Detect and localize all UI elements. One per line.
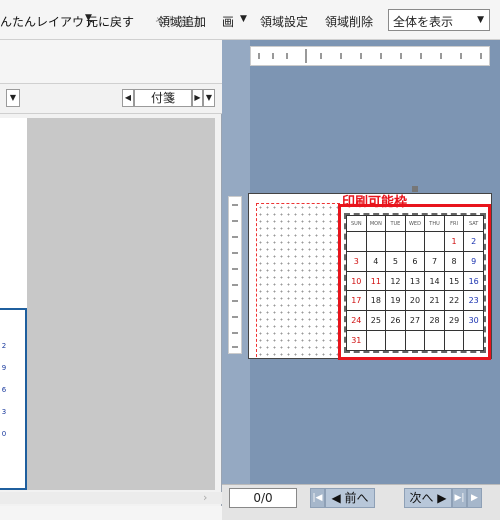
dropdown-arrow-icon[interactable]: ▼ xyxy=(203,89,215,107)
calendar-day: 14 xyxy=(424,270,445,292)
calendar-day: 21 xyxy=(424,290,445,312)
horizontal-ruler xyxy=(250,46,490,66)
calendar-day: 8 xyxy=(443,250,465,272)
previous-arrow-icon[interactable]: ◀ xyxy=(122,89,134,107)
calendar-day: 22 xyxy=(443,290,465,312)
area-delete-button[interactable]: 領域削除 xyxy=(325,13,373,30)
resize-handle[interactable] xyxy=(412,186,418,192)
calendar-header: MON xyxy=(365,215,387,232)
calendar-header: FRI xyxy=(443,215,465,232)
calendar-day xyxy=(424,231,445,252)
chevron-down-icon[interactable]: ▼ xyxy=(85,13,92,23)
calendar-header: SUN xyxy=(346,215,367,232)
calendar-day: 29 xyxy=(443,310,465,332)
calendar-day xyxy=(385,330,406,351)
add-area-button[interactable]: 領域追加 xyxy=(158,13,206,30)
image-menu[interactable]: 画 xyxy=(222,13,234,30)
calendar-day: 28 xyxy=(424,310,445,332)
vertical-ruler-ticks xyxy=(232,204,238,348)
dropdown-arrow-icon[interactable]: ▼ xyxy=(6,89,20,107)
calendar-day xyxy=(424,330,445,351)
calendar-day: 3 xyxy=(346,250,367,272)
calendar-day: 16 xyxy=(463,270,484,292)
calendar-day: 27 xyxy=(404,310,426,332)
calendar-day: 24 xyxy=(346,310,367,332)
ruler-ticks xyxy=(258,49,482,63)
left-gray-area xyxy=(27,118,215,490)
calendar-header: WED xyxy=(404,215,426,232)
grid-area[interactable] xyxy=(256,203,340,357)
calendar-day: 4 xyxy=(365,250,387,272)
calendar-day: 26 xyxy=(385,310,406,332)
chevron-down-icon[interactable]: ▼ xyxy=(477,15,484,25)
view-select[interactable]: 全体を表示 ▼ xyxy=(388,9,490,31)
preview-number: 0 xyxy=(1,430,7,438)
calendar-object[interactable]: SUN MON TUE WED THU FRI SAT 1 2 3 4 5 6 … xyxy=(344,213,486,353)
calendar-day: 11 xyxy=(365,270,387,292)
calendar-day: 13 xyxy=(404,270,426,292)
horizontal-scrollbar[interactable] xyxy=(0,492,222,504)
calendar-day: 30 xyxy=(463,310,484,332)
prev-page-button[interactable]: ◀ 前へ xyxy=(325,488,375,508)
preview-number: 9 xyxy=(1,364,7,372)
sticky-note-selector[interactable]: 付箋 xyxy=(134,89,192,107)
calendar-day: 7 xyxy=(424,250,445,272)
calendar-day: 1 xyxy=(443,231,465,252)
calendar-day: 17 xyxy=(346,290,367,312)
next-page-button[interactable]: 次へ ▶ xyxy=(404,488,452,508)
calendar-day: 12 xyxy=(385,270,406,292)
calendar-day: 15 xyxy=(443,270,465,292)
area-settings-button[interactable]: 領域設定 xyxy=(260,13,308,30)
left-toolbar-second xyxy=(0,40,222,84)
calendar-day xyxy=(365,231,387,252)
calendar-header: TUE xyxy=(385,215,406,232)
calendar-day: 19 xyxy=(385,290,406,312)
calendar-day xyxy=(385,231,406,252)
last-page-icon[interactable]: ▶| xyxy=(452,488,467,508)
calendar-grid: SUN MON TUE WED THU FRI SAT 1 2 3 4 5 6 … xyxy=(346,215,484,351)
calendar-day xyxy=(443,330,465,351)
calendar-day: 23 xyxy=(463,290,484,312)
calendar-day: 31 xyxy=(346,330,367,351)
calendar-day xyxy=(404,231,426,252)
calendar-day xyxy=(346,231,367,252)
calendar-header: SAT xyxy=(463,215,484,232)
end-page-icon[interactable]: ▶ xyxy=(467,488,482,508)
calendar-day: 6 xyxy=(404,250,426,272)
calendar-day xyxy=(463,330,484,351)
view-select-value: 全体を表示 xyxy=(393,15,454,29)
calendar-day: 25 xyxy=(365,310,387,332)
calendar-header: THU xyxy=(424,215,445,232)
calendar-day: 2 xyxy=(463,231,484,252)
calendar-day xyxy=(404,330,426,351)
calendar-day: 20 xyxy=(404,290,426,312)
next-label: 次へ xyxy=(409,491,434,505)
calendar-day: 5 xyxy=(385,250,406,272)
next-arrow-icon[interactable]: ▶ xyxy=(192,89,203,107)
calendar-day: 10 xyxy=(346,270,367,292)
preview-number: 2 xyxy=(1,342,7,350)
printable-frame-label: 印刷可能枠 xyxy=(342,195,408,210)
easy-layout-menu[interactable]: んたんレイアウト xyxy=(0,13,96,30)
first-page-icon[interactable]: |◀ xyxy=(310,488,325,508)
calendar-preview[interactable]: 2 9 6 3 0 xyxy=(0,308,27,490)
chevron-down-icon[interactable]: ▼ xyxy=(240,14,247,24)
prev-label: 前へ xyxy=(344,491,369,505)
preview-number: 6 xyxy=(1,386,7,394)
calendar-day: 9 xyxy=(463,250,484,272)
preview-number: 3 xyxy=(1,408,7,416)
left-status-strip xyxy=(0,506,222,520)
scroll-right-icon[interactable]: › xyxy=(203,491,207,504)
calendar-day: 18 xyxy=(365,290,387,312)
vertical-ruler xyxy=(228,196,242,354)
page-counter: 0/0 xyxy=(229,488,297,508)
calendar-day xyxy=(365,330,387,351)
